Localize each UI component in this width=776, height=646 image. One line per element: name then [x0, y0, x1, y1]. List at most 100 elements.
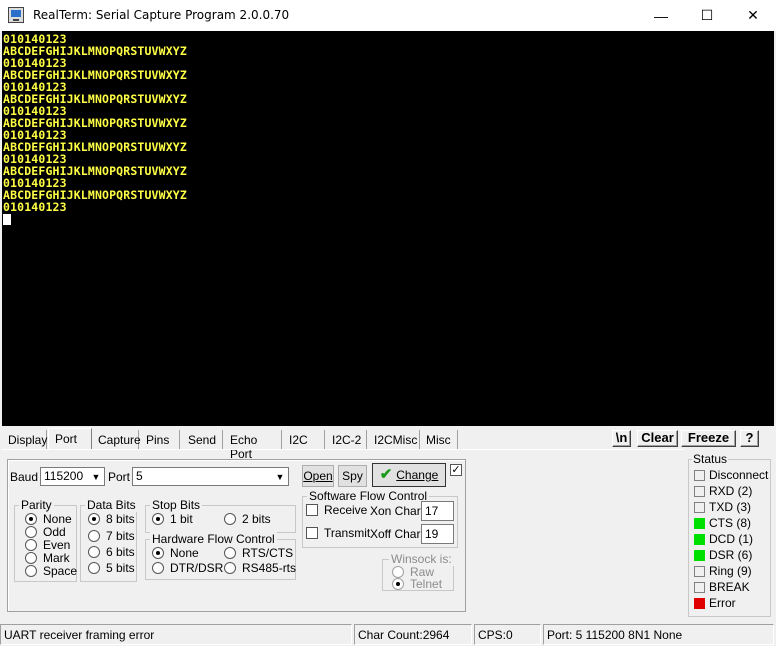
- sw-flow-transmit-checkbox[interactable]: Transmit: [306, 526, 370, 540]
- data-bits-8-label: 8 bits: [106, 512, 135, 526]
- led-dcd: [694, 533, 705, 545]
- winsock-telnet-radio[interactable]: Telnet: [392, 577, 442, 591]
- status-error-label: Error: [709, 596, 736, 610]
- data-bits-6-radio[interactable]: 6 bits: [88, 545, 135, 559]
- data-bits-6-label: 6 bits: [106, 545, 135, 559]
- parity-space-label: Space: [43, 564, 78, 578]
- parity-title: Parity: [19, 498, 54, 512]
- status-disconnect[interactable]: Disconnect: [694, 468, 768, 482]
- status-error[interactable]: Error: [694, 596, 736, 610]
- led-rxd: [694, 485, 705, 497]
- hw-flow-dtr-dsr-radio[interactable]: DTR/DSR: [152, 561, 223, 575]
- change-button[interactable]: ✔ Change: [372, 463, 446, 487]
- hw-flow-dtr-dsr-label: DTR/DSR: [170, 561, 224, 575]
- hw-flow-rs485-radio[interactable]: RS485-rts: [224, 561, 296, 575]
- spy-button[interactable]: Spy: [338, 465, 367, 487]
- terminal-line: ABCDEFGHIJKLMNOPQRSTUVWXYZ: [3, 92, 187, 106]
- minimize-button[interactable]: —: [638, 0, 684, 31]
- hw-flow-none-label: None: [170, 546, 199, 560]
- parity-none-radio[interactable]: None: [25, 512, 72, 526]
- sw-flow-transmit-label: Transmit: [324, 526, 371, 540]
- parity-mark-radio[interactable]: Mark: [25, 551, 70, 565]
- terminal-line: ABCDEFGHIJKLMNOPQRSTUVWXYZ: [3, 188, 187, 202]
- terminal-display[interactable]: 010140123 ABCDEFGHIJKLMNOPQRSTUVWXYZ 010…: [2, 31, 774, 426]
- tab-i2c[interactable]: I2C: [283, 430, 325, 449]
- xon-char-label: Xon Char:: [370, 504, 425, 518]
- parity-space-radio[interactable]: Space: [25, 564, 77, 578]
- tab-display[interactable]: Display: [2, 430, 47, 449]
- stop-bits-1-radio[interactable]: 1 bit: [152, 512, 193, 526]
- hw-flow-rts-cts-radio[interactable]: RTS/CTS: [224, 546, 293, 560]
- open-button[interactable]: Open: [302, 465, 334, 487]
- help-button[interactable]: ?: [740, 430, 759, 447]
- status-break[interactable]: BREAK: [694, 580, 750, 594]
- status-dcd: DCD (1): [694, 532, 753, 546]
- close-button[interactable]: ✕: [730, 0, 776, 31]
- tab-echo-port[interactable]: Echo Port: [224, 430, 282, 461]
- freeze-button[interactable]: Freeze: [681, 430, 736, 447]
- terminal-line: ABCDEFGHIJKLMNOPQRSTUVWXYZ: [3, 44, 187, 58]
- change-button-label: Change: [396, 468, 439, 482]
- tab-capture[interactable]: Capture: [92, 430, 141, 449]
- led-cts: [694, 517, 705, 529]
- status-dsr: DSR (6): [694, 548, 752, 562]
- tab-send[interactable]: Send: [182, 430, 223, 449]
- sw-flow-receive-label: Receive: [324, 503, 368, 517]
- stop-bits-2-radio[interactable]: 2 bits: [224, 512, 271, 526]
- parity-odd-radio[interactable]: Odd: [25, 525, 66, 539]
- spy-button-label: Spy: [342, 469, 363, 483]
- status-cts-label: CTS (8): [709, 516, 751, 530]
- status-disconnect-label: Disconnect: [709, 468, 769, 482]
- xoff-char-input[interactable]: 19: [421, 524, 454, 544]
- status-bar: UART receiver framing error Char Count:2…: [0, 622, 776, 646]
- parity-even-radio[interactable]: Even: [25, 538, 70, 552]
- hw-flow-none-radio[interactable]: None: [152, 546, 199, 560]
- maximize-button[interactable]: ☐: [684, 0, 730, 31]
- data-bits-7-radio[interactable]: 7 bits: [88, 529, 135, 543]
- parity-even-label: Even: [43, 538, 71, 552]
- stop-bits-1-label: 1 bit: [170, 512, 193, 526]
- chevron-down-icon: ▼: [272, 468, 288, 485]
- sw-flow-receive-checkbox[interactable]: Receive: [306, 503, 367, 517]
- status-title: Status: [692, 452, 729, 466]
- hw-flow-title: Hardware Flow Control: [150, 532, 277, 546]
- led-error: [694, 597, 705, 609]
- status-rxd-label: RXD (2): [709, 484, 753, 498]
- tab-i2cmisc[interactable]: I2CMisc: [368, 430, 420, 449]
- baud-select[interactable]: 115200 ▼: [40, 467, 105, 486]
- data-bits-5-label: 5 bits: [106, 561, 135, 575]
- winsock-title: Winsock is:: [389, 552, 454, 566]
- terminal-line: 010140123: [3, 200, 67, 214]
- terminal-line: ABCDEFGHIJKLMNOPQRSTUVWXYZ: [3, 68, 187, 82]
- clear-button[interactable]: Clear: [637, 430, 678, 447]
- stop-bits-2-label: 2 bits: [242, 512, 271, 526]
- change-checkbox[interactable]: ✓: [450, 464, 462, 476]
- port-select[interactable]: 5 ▼: [132, 467, 289, 486]
- terminal-line: ABCDEFGHIJKLMNOPQRSTUVWXYZ: [3, 116, 187, 130]
- status-message: UART receiver framing error: [0, 624, 352, 645]
- data-bits-8-radio[interactable]: 8 bits: [88, 512, 135, 526]
- cps-readout: CPS:0: [474, 624, 541, 645]
- status-txd-label: TXD (3): [709, 500, 751, 514]
- app-icon: [8, 7, 24, 23]
- hw-flow-rs485-label: RS485-rts: [242, 561, 297, 575]
- status-dsr-label: DSR (6): [709, 548, 753, 562]
- led-break: [694, 581, 705, 593]
- chevron-down-icon: ▼: [88, 468, 104, 485]
- data-bits-5-radio[interactable]: 5 bits: [88, 561, 135, 575]
- led-ring: [694, 565, 705, 577]
- newline-button[interactable]: \n: [612, 430, 631, 447]
- led-disconnect: [694, 469, 705, 481]
- xon-char-input[interactable]: 17: [421, 501, 454, 521]
- window-title: RealTerm: Serial Capture Program 2.0.0.7…: [33, 8, 290, 22]
- xoff-char-label: Xoff Char:: [370, 527, 424, 541]
- led-txd: [694, 501, 705, 513]
- port-info: Port: 5 115200 8N1 None: [543, 624, 774, 645]
- tab-port[interactable]: Port: [48, 428, 92, 450]
- open-button-label: Open: [303, 469, 333, 483]
- port-value: 5: [136, 469, 143, 483]
- tab-i2c-2[interactable]: I2C-2: [326, 430, 367, 449]
- tab-pins[interactable]: Pins: [140, 430, 180, 449]
- tab-misc[interactable]: Misc: [420, 430, 458, 449]
- terminal-line: ABCDEFGHIJKLMNOPQRSTUVWXYZ: [3, 140, 187, 154]
